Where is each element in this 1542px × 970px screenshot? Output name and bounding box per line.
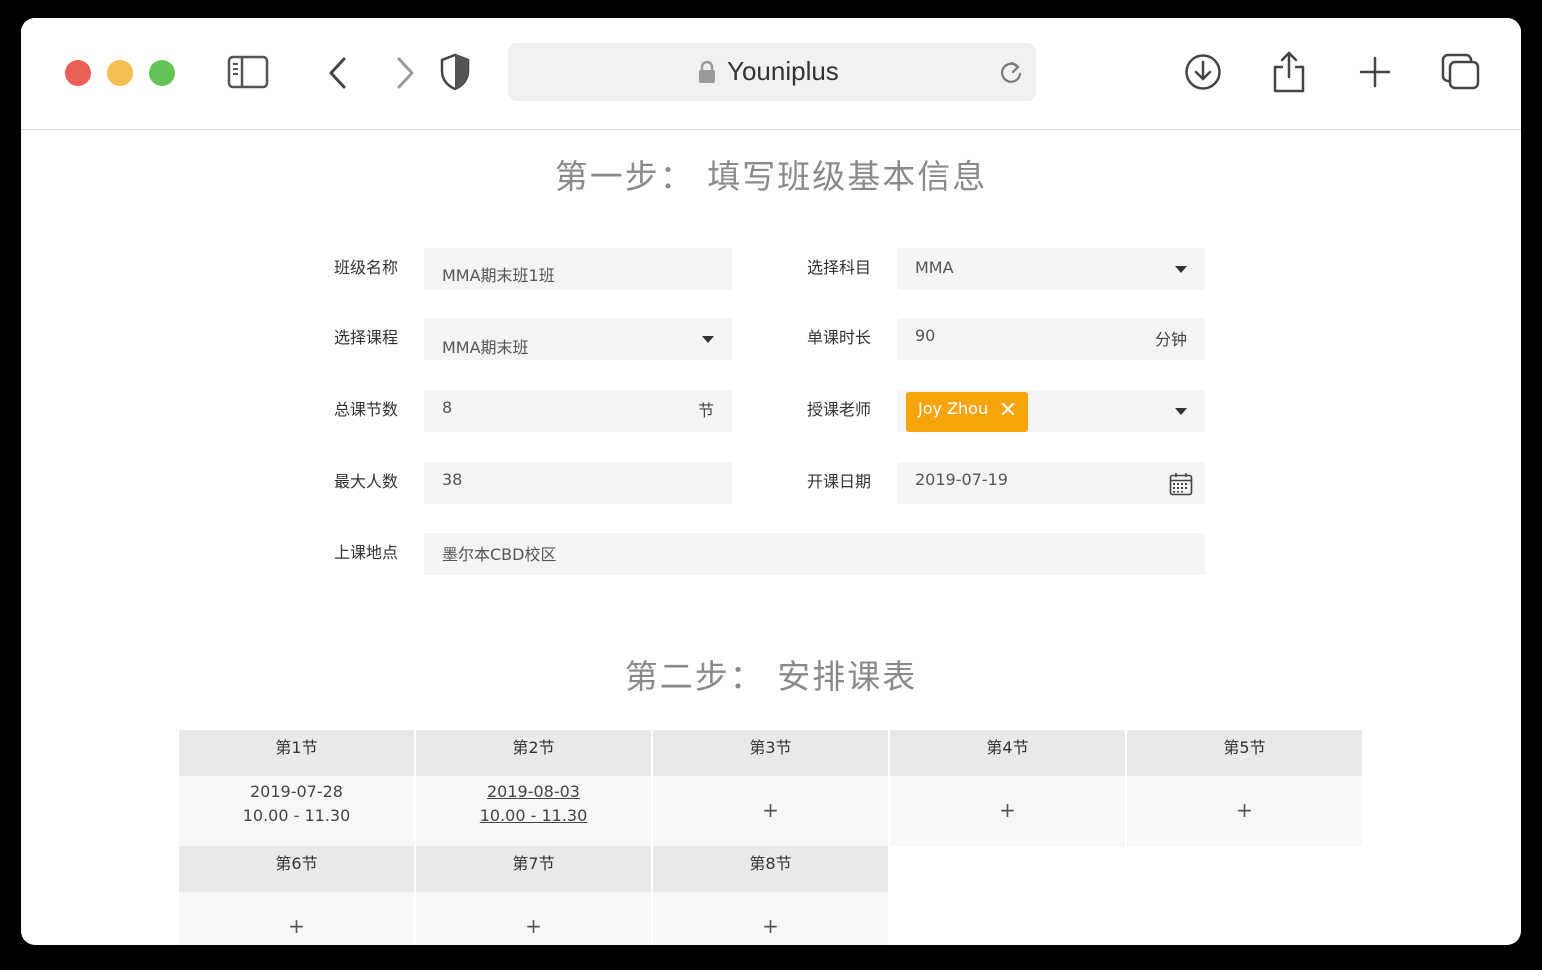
address-bar[interactable]: Youniplus [508, 43, 1036, 101]
lesson-date: 2019-07-28 [250, 782, 343, 801]
duration-input[interactable]: 90 分钟 [897, 318, 1205, 360]
duration-value: 90 [915, 326, 936, 345]
calendar-icon[interactable] [1169, 472, 1193, 496]
teacher-tag-label: Joy Zhou [918, 399, 989, 418]
plus-icon[interactable]: + [1127, 798, 1362, 822]
page-content: 第一步： 填写班级基本信息 班级名称 MMA期末班1班 选择科目 MMA 选择课… [21, 130, 1521, 945]
close-window-button[interactable] [65, 60, 91, 86]
class-name-value: MMA期末班1班 [442, 266, 555, 285]
plus-icon[interactable]: + [416, 914, 651, 938]
location-input[interactable]: 墨尔本CBD校区 [424, 533, 1205, 575]
start-date-label: 开课日期 [807, 472, 872, 491]
total-lessons-unit: 节 [697, 401, 714, 420]
step1-title: 第一步： 填写班级基本信息 [554, 157, 988, 196]
tabs-overview-icon[interactable] [1441, 53, 1481, 91]
class-name-input[interactable]: MMA期末班1班 [424, 248, 732, 290]
lesson-header: 第8节 [653, 846, 888, 892]
browser-window: Youniplus 第一步： 填写班级基本信息 班级名称 MMA期末班1班 选择… [21, 18, 1521, 945]
plus-icon[interactable]: + [890, 798, 1125, 822]
add-lesson-slot[interactable]: + [653, 892, 888, 945]
location-value: 墨尔本CBD校区 [442, 545, 557, 564]
location-label: 上课地点 [334, 543, 399, 562]
new-tab-icon[interactable] [1359, 56, 1391, 88]
url-text: Youniplus [727, 56, 839, 86]
duration-unit: 分钟 [1154, 330, 1187, 349]
lesson-date-link[interactable]: 2019-08-03 [487, 782, 580, 801]
lesson-time-link[interactable]: 10.00 - 11.30 [480, 806, 588, 825]
teacher-tag: Joy Zhou [906, 392, 1028, 432]
lesson-header: 第1节 [179, 730, 414, 776]
reload-icon[interactable] [998, 59, 1024, 87]
lesson-header: 第5节 [1127, 730, 1362, 776]
class-name-label: 班级名称 [334, 258, 399, 277]
minimize-window-button[interactable] [107, 60, 133, 86]
lesson-slot[interactable]: 2019-07-28 10.00 - 11.30 [179, 776, 414, 846]
total-lessons-input[interactable]: 8 节 [424, 390, 732, 432]
close-icon[interactable] [1000, 401, 1016, 417]
plus-icon[interactable]: + [179, 914, 414, 938]
total-lessons-value: 8 [442, 398, 453, 417]
caret-down-icon [1175, 408, 1187, 415]
lesson-header: 第6节 [179, 846, 414, 892]
total-lessons-label: 总课节数 [334, 400, 399, 419]
caret-down-icon [702, 336, 714, 343]
add-lesson-slot[interactable]: + [1127, 776, 1362, 846]
sidebar-icon[interactable] [227, 55, 269, 89]
lesson-time: 10.00 - 11.30 [242, 806, 351, 825]
start-date-input[interactable]: 2019-07-19 [897, 462, 1205, 504]
subject-value: MMA [915, 258, 954, 277]
back-icon[interactable] [326, 56, 350, 90]
max-students-input[interactable]: 38 [424, 462, 732, 504]
start-date-value: 2019-07-19 [915, 470, 1008, 489]
course-value: MMA期末班 [442, 338, 529, 357]
lesson-slot[interactable]: 2019-08-03 10.00 - 11.30 [416, 776, 651, 846]
lesson-header: 第7节 [416, 846, 651, 892]
lock-icon [699, 60, 715, 83]
duration-label: 单课时长 [807, 328, 872, 347]
plus-icon[interactable]: + [653, 914, 888, 938]
shield-icon[interactable] [439, 53, 471, 91]
add-lesson-slot[interactable]: + [653, 776, 888, 846]
max-students-label: 最大人数 [334, 472, 399, 491]
add-lesson-slot[interactable]: + [179, 892, 414, 945]
lesson-header: 第3节 [653, 730, 888, 776]
forward-icon[interactable] [393, 56, 417, 90]
share-icon[interactable] [1271, 50, 1307, 94]
caret-down-icon [1175, 266, 1187, 273]
browser-toolbar: Youniplus [21, 18, 1521, 130]
step2-title: 第二步： 安排课表 [624, 657, 918, 696]
teacher-label: 授课老师 [807, 400, 872, 419]
max-students-value: 38 [442, 470, 463, 489]
lesson-header: 第2节 [416, 730, 651, 776]
course-label: 选择课程 [334, 328, 399, 347]
course-select[interactable]: MMA期末班 [424, 318, 732, 360]
add-lesson-slot[interactable]: + [416, 892, 651, 945]
download-icon[interactable] [1184, 53, 1222, 91]
teacher-select[interactable]: Joy Zhou [897, 390, 1205, 432]
plus-icon[interactable]: + [653, 798, 888, 822]
zoom-window-button[interactable] [149, 60, 175, 86]
subject-label: 选择科目 [807, 258, 872, 277]
lesson-header: 第4节 [890, 730, 1125, 776]
subject-select[interactable]: MMA [897, 248, 1205, 290]
add-lesson-slot[interactable]: + [890, 776, 1125, 846]
